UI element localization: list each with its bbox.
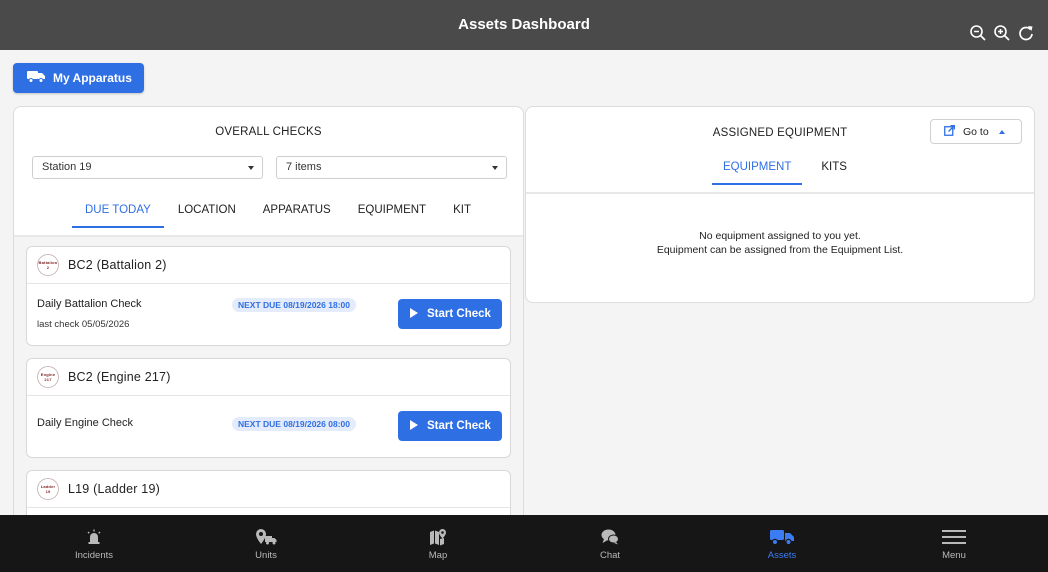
nav-assets[interactable]: Assets: [732, 515, 832, 572]
title-bar: Assets Dashboard: [0, 0, 1048, 50]
check-card-title: BC2 (Battalion 2): [68, 258, 167, 272]
engine-logo-icon: Engine 217: [37, 366, 59, 388]
last-check: last check 05/05/2026: [37, 319, 130, 330]
start-check-button[interactable]: Start Check: [398, 411, 502, 441]
window-title: Assets Dashboard: [458, 16, 590, 33]
station-select[interactable]: Station 19: [32, 156, 263, 179]
tab-due-today[interactable]: DUE TODAY: [72, 204, 164, 228]
play-icon: [410, 419, 418, 433]
ladder-logo-icon: Ladder 19: [37, 478, 59, 500]
truck-icon: [27, 70, 45, 86]
start-check-label: Start Check: [427, 420, 491, 432]
tab-location[interactable]: LOCATION: [178, 204, 236, 228]
empty-equipment-message: No equipment assigned to you yet. Equipm…: [656, 230, 904, 256]
next-due-badge: NEXT DUE 08/19/2026 08:00: [232, 417, 356, 431]
overall-checks-panel: OVERALL CHECKS Station 19 7 items DUE TO…: [13, 106, 524, 526]
overall-checks-heading: OVERALL CHECKS: [215, 126, 322, 138]
goto-label: Go to: [963, 125, 989, 138]
start-check-label: Start Check: [427, 308, 491, 320]
title-bar-icons: [968, 23, 1036, 43]
check-card-header: Ladder 19 L19 (Ladder 19): [27, 471, 510, 508]
zoom-out-icon[interactable]: [968, 23, 988, 43]
nav-label: Menu: [942, 550, 966, 561]
nav-units[interactable]: Units: [216, 515, 316, 572]
check-card-body: Daily Engine Check NEXT DUE 08/19/2026 0…: [27, 396, 510, 457]
items-select[interactable]: 7 items: [276, 156, 507, 179]
my-apparatus-button[interactable]: My Apparatus: [13, 63, 144, 93]
chat-icon: [601, 528, 619, 546]
checks-list: Battalion 2 BC2 (Battalion 2) Daily Batt…: [14, 237, 523, 525]
nav-incidents[interactable]: Incidents: [44, 515, 144, 572]
check-card-header: Engine 217 BC2 (Engine 217): [27, 359, 510, 396]
tab-apparatus[interactable]: APPARATUS: [263, 204, 331, 228]
check-card-body: Daily Battalion Check last check 05/05/2…: [27, 284, 510, 345]
chevron-up-icon: [998, 129, 1005, 134]
siren-icon: [86, 528, 102, 546]
nav-menu[interactable]: Menu: [904, 515, 1004, 572]
map-icon: [429, 528, 447, 546]
tab-equipment-list[interactable]: EQUIPMENT: [711, 161, 803, 185]
tab-kits[interactable]: KITS: [821, 161, 847, 185]
nav-label: Incidents: [74, 550, 114, 561]
check-card-title: BC2 (Engine 217): [68, 370, 171, 384]
zoom-in-icon[interactable]: [992, 23, 1012, 43]
tabs-divider: [526, 192, 1034, 194]
refresh-icon[interactable]: [1016, 23, 1036, 43]
nav-map[interactable]: Map: [388, 515, 488, 572]
content-area: My Apparatus OVERALL CHECKS Station 19 7…: [0, 50, 1048, 526]
tab-kit[interactable]: KIT: [453, 204, 471, 228]
chevron-down-icon: [248, 166, 254, 170]
bottom-navigation: Incidents Units Map Chat Assets Menu: [0, 515, 1048, 572]
truck-icon: [770, 528, 794, 546]
my-apparatus-label: My Apparatus: [53, 71, 132, 85]
battalion-logo-icon: Battalion 2: [37, 254, 59, 276]
start-check-button[interactable]: Start Check: [398, 299, 502, 329]
station-select-value: Station 19: [42, 161, 92, 173]
assigned-equipment-panel: ASSIGNED EQUIPMENT Go to EQUIPMENT KITS …: [525, 106, 1035, 303]
items-select-value: 7 items: [286, 161, 322, 173]
checks-tabs: DUE TODAY LOCATION APPARATUS EQUIPMENT K…: [14, 204, 523, 228]
external-link-icon: [944, 124, 955, 139]
goto-button[interactable]: Go to: [930, 119, 1022, 144]
units-icon: [255, 528, 277, 546]
check-card-title: L19 (Ladder 19): [68, 482, 160, 496]
play-icon: [410, 307, 418, 321]
tab-equipment[interactable]: EQUIPMENT: [358, 204, 426, 228]
hamburger-icon: [942, 528, 966, 546]
check-card-header: Battalion 2 BC2 (Battalion 2): [27, 247, 510, 284]
equipment-tabs: EQUIPMENT KITS: [526, 161, 1034, 185]
nav-label: Assets: [767, 550, 797, 561]
nav-chat[interactable]: Chat: [560, 515, 660, 572]
check-name: Daily Engine Check: [37, 417, 133, 429]
next-due-badge: NEXT DUE 08/19/2026 18:00: [232, 298, 356, 312]
nav-label: Map: [428, 550, 448, 561]
check-card: Battalion 2 BC2 (Battalion 2) Daily Batt…: [26, 246, 511, 346]
nav-label: Chat: [599, 550, 621, 561]
check-name: Daily Battalion Check: [37, 298, 142, 310]
check-card: Engine 217 BC2 (Engine 217) Daily Engine…: [26, 358, 511, 458]
nav-label: Units: [255, 550, 277, 561]
chevron-down-icon: [492, 166, 498, 170]
